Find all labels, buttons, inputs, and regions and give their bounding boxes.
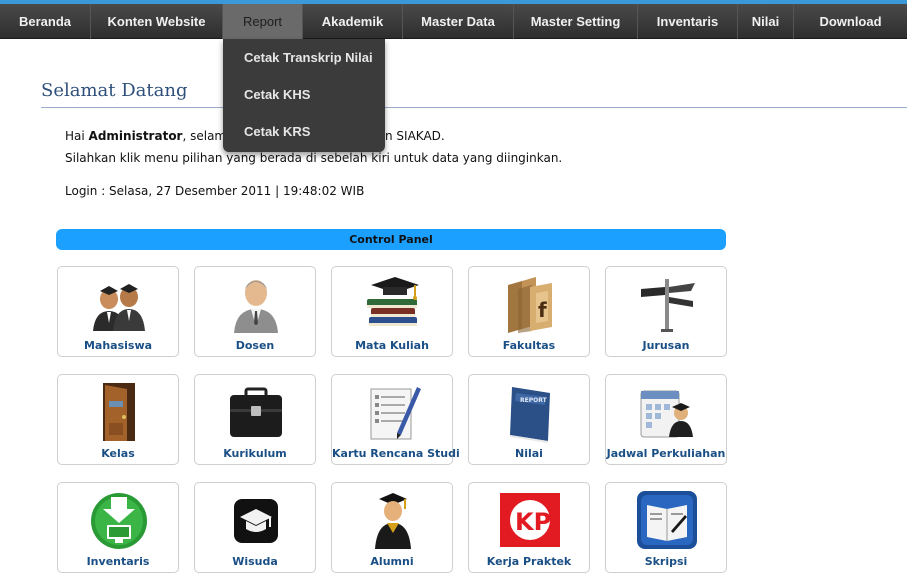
tile-inventaris[interactable]: Inventaris xyxy=(57,482,179,573)
control-panel-header: Control Panel xyxy=(56,229,726,250)
greeting-tail: n SIAKAD. xyxy=(385,129,445,143)
calendar-graduate-icon xyxy=(640,390,693,438)
svg-text:f: f xyxy=(538,298,547,322)
tile-label: Mahasiswa xyxy=(83,339,153,352)
nav-item-nilai[interactable]: Nilai xyxy=(738,4,794,39)
tile-kerja-praktek[interactable]: KP Kerja Praktek xyxy=(468,482,590,573)
thesis-book-icon xyxy=(637,491,697,549)
tile-label: Kelas xyxy=(101,447,135,460)
tile-label: Fakultas xyxy=(502,339,556,352)
greeting-prefix: Hai xyxy=(65,129,89,143)
nav-item-download[interactable]: Download xyxy=(794,4,907,39)
tile-jurusan[interactable]: Jurusan xyxy=(605,266,727,357)
nav-item-report[interactable]: Report xyxy=(223,4,303,39)
tile-label: Skripsi xyxy=(644,555,688,568)
tile-dosen[interactable]: Dosen xyxy=(194,266,316,357)
nav-item-beranda[interactable]: Beranda xyxy=(0,4,91,39)
main-navbar: Beranda Konten Website Report Akademik M… xyxy=(0,4,907,39)
nav-item-master-setting[interactable]: Master Setting xyxy=(514,4,638,39)
tile-label: Jadwal Perkuliahan xyxy=(606,447,726,460)
nav-item-master-data[interactable]: Master Data xyxy=(403,4,514,39)
tile-jadwal-perkuliahan[interactable]: Jadwal Perkuliahan xyxy=(605,374,727,465)
students-icon xyxy=(93,284,145,331)
page-title: Selamat Datang xyxy=(41,80,188,101)
greeting-line: Hai Administrator, selamat xyxy=(65,129,238,143)
tile-alumni[interactable]: Alumni xyxy=(331,482,453,573)
username: Administrator xyxy=(88,129,183,143)
download-monitor-icon xyxy=(91,493,147,549)
tile-label: Inventaris xyxy=(86,555,150,568)
faculty-books-icon: f xyxy=(508,277,552,333)
nav-item-inventaris[interactable]: Inventaris xyxy=(638,4,738,39)
tile-label: Nilai xyxy=(515,447,543,460)
graduation-cap-icon xyxy=(234,499,278,543)
menu-item-cetak-transkrip-nilai[interactable]: Cetak Transkrip Nilai xyxy=(244,48,373,68)
lecturer-icon xyxy=(234,280,278,333)
tile-nilai[interactable]: REPORT Nilai xyxy=(468,374,590,465)
tile-skripsi[interactable]: Skripsi xyxy=(605,482,727,573)
menu-item-cetak-krs[interactable]: Cetak KRS xyxy=(244,122,310,142)
tile-label: Kerja Praktek xyxy=(486,555,572,568)
tile-fakultas[interactable]: f Fakultas xyxy=(468,266,590,357)
door-icon xyxy=(103,383,135,441)
tile-label: Wisuda xyxy=(232,555,278,568)
svg-text:REPORT: REPORT xyxy=(520,397,548,404)
graduate-person-icon xyxy=(375,493,411,549)
report-dropdown-menu: Cetak Transkrip Nilai Cetak KHS Cetak KR… xyxy=(223,39,385,152)
title-divider xyxy=(41,107,907,108)
form-pen-icon xyxy=(370,387,421,440)
tile-kartu-rencana-studi[interactable]: Kartu Rencana Studi xyxy=(331,374,460,465)
tile-label: Dosen xyxy=(235,339,275,352)
tile-wisuda[interactable]: Wisuda xyxy=(194,482,316,573)
nav-item-konten-website[interactable]: Konten Website xyxy=(91,4,223,39)
login-info: Login : Selasa, 27 Desember 2011 | 19:48… xyxy=(65,184,365,198)
svg-text:KP: KP xyxy=(515,508,551,536)
tile-mahasiswa[interactable]: Mahasiswa xyxy=(57,266,179,357)
tile-label: Mata Kuliah xyxy=(355,339,429,352)
tile-mata-kuliah[interactable]: Mata Kuliah xyxy=(331,266,453,357)
nav-item-akademik[interactable]: Akademik xyxy=(303,4,403,39)
signpost-icon xyxy=(641,279,695,332)
tile-kelas[interactable]: Kelas xyxy=(57,374,179,465)
tile-label: Kartu Rencana Studi xyxy=(332,447,460,460)
menu-item-cetak-khs[interactable]: Cetak KHS xyxy=(244,85,310,105)
tile-label: Kurikulum xyxy=(223,447,287,460)
kp-logo-icon: KP xyxy=(500,493,560,547)
tile-label: Jurusan xyxy=(642,339,690,352)
instruction-text: Silahkan klik menu pilihan yang berada d… xyxy=(65,151,563,165)
books-icon xyxy=(367,277,419,326)
report-book-icon: REPORT xyxy=(510,387,550,443)
tile-kurikulum[interactable]: Kurikulum xyxy=(194,374,316,465)
tile-label: Alumni xyxy=(370,555,414,568)
briefcase-icon xyxy=(230,387,282,437)
